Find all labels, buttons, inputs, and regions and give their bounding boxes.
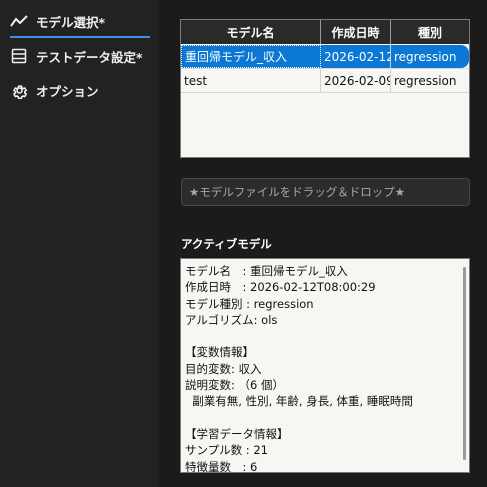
sidebar-item-test-data[interactable]: テストデータ設定* bbox=[10, 43, 143, 69]
cell-model-name: test bbox=[181, 69, 321, 92]
model-file-drop-zone[interactable]: ★モデルファイルをドラッグ＆ドロップ★ bbox=[181, 178, 470, 206]
active-model-info[interactable]: モデル名 : 重回帰モデル_収入 作成日時 : 2026-02-12T08:00… bbox=[180, 258, 470, 473]
column-header-type[interactable]: 種別 bbox=[391, 20, 469, 44]
sidebar-item-label: オプション bbox=[36, 83, 99, 99]
column-header-model-name[interactable]: モデル名 bbox=[181, 20, 321, 44]
info-line: 【学習データ情報】 bbox=[185, 426, 289, 441]
info-scrollbar[interactable] bbox=[463, 267, 466, 460]
cell-type: regression bbox=[391, 45, 469, 68]
column-header-created-at[interactable]: 作成日時 bbox=[321, 20, 391, 44]
model-table: モデル名 作成日時 種別 重回帰モデル_収入 2026-02-12 regres… bbox=[180, 19, 470, 158]
info-line: 説明変数: （6 個） bbox=[185, 378, 285, 393]
info-line bbox=[185, 410, 465, 426]
info-line bbox=[185, 328, 465, 344]
sidebar-item-options[interactable]: オプション bbox=[10, 77, 99, 103]
active-model-title: アクティブモデル bbox=[181, 237, 272, 251]
info-line: 作成日時 : 2026-02-12T08:00:29 bbox=[185, 280, 376, 295]
table-icon bbox=[10, 47, 28, 65]
sidebar-item-label: テストデータ設定* bbox=[36, 49, 143, 65]
cell-type: regression bbox=[394, 73, 457, 88]
info-line: サンプル数 : 21 bbox=[185, 443, 268, 458]
table-row[interactable]: 重回帰モデル_収入 2026-02-12 regression bbox=[181, 45, 469, 69]
cell-model-name: 重回帰モデル_収入 bbox=[181, 45, 321, 68]
cell-created-at: 2026-02-12 bbox=[321, 45, 391, 68]
table-header: モデル名 作成日時 種別 bbox=[181, 20, 469, 44]
gear-icon bbox=[10, 81, 28, 99]
info-line: アルゴリズム: ols bbox=[185, 312, 278, 327]
info-line: 【変数情報】 bbox=[185, 345, 254, 360]
sidebar: モデル選択* テストデータ設定* オプション bbox=[0, 0, 159, 487]
main-panel: モデル名 作成日時 種別 重回帰モデル_収入 2026-02-12 regres… bbox=[159, 0, 487, 487]
cell-created-at: 2026-02-09 bbox=[321, 69, 391, 92]
info-line: モデル名 : 重回帰モデル_収入 bbox=[185, 264, 348, 278]
line-chart-icon bbox=[10, 12, 28, 30]
info-line: 特徴量数 : 6 bbox=[185, 459, 258, 473]
info-line: 副業有無, 性別, 年齢, 身長, 体重, 睡眠時間 bbox=[185, 394, 413, 409]
info-line: 目的変数: 収入 bbox=[185, 361, 262, 376]
info-line: モデル種別 : regression bbox=[185, 296, 314, 311]
sidebar-item-label: モデル選択* bbox=[36, 14, 106, 30]
sidebar-item-model-select[interactable]: モデル選択* bbox=[10, 8, 151, 38]
table-row[interactable]: test 2026-02-09 regression bbox=[181, 69, 469, 93]
